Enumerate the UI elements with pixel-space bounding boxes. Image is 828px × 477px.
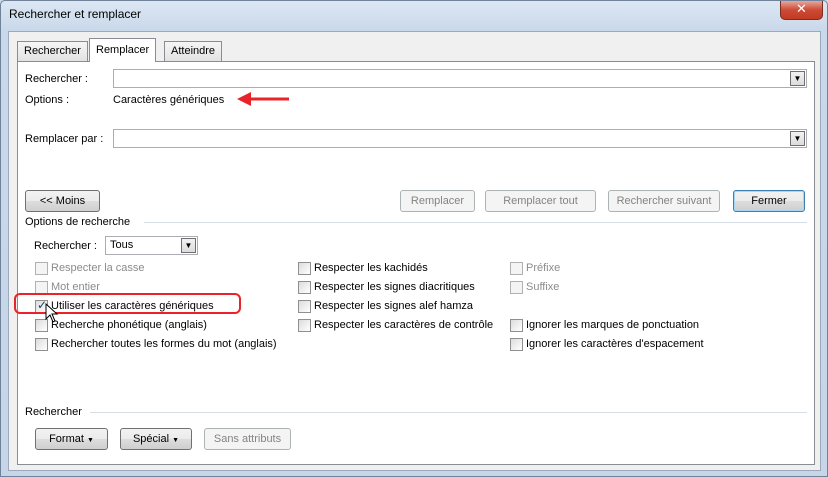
chevron-down-icon[interactable]: ▼ (790, 131, 805, 146)
format-button[interactable]: Format ▼ (35, 428, 108, 450)
chevron-down-icon[interactable]: ▼ (790, 71, 805, 86)
replace-label: Remplacer par : (25, 133, 104, 145)
divider (144, 222, 807, 223)
prefix-checkbox[interactable] (510, 262, 523, 275)
ignore-punctuation-label: Ignorer les marques de ponctuation (526, 319, 700, 331)
find-next-button[interactable]: Rechercher suivant (608, 190, 720, 212)
close-button[interactable]: Fermer (733, 190, 805, 212)
tab-remplacer[interactable]: Remplacer (89, 38, 157, 62)
prefix-label: Préfixe (526, 262, 561, 274)
less-button[interactable]: << Moins (25, 190, 100, 212)
replace-button[interactable]: Remplacer (400, 190, 475, 212)
all-word-forms-checkbox[interactable] (35, 338, 48, 351)
tab-rechercher[interactable]: Rechercher (17, 41, 88, 61)
match-case-label: Respecter la casse (51, 262, 145, 274)
chevron-down-icon[interactable]: ▼ (181, 238, 196, 253)
close-icon: ✕ (796, 2, 807, 17)
find-replace-dialog: Rechercher et remplacer ✕ Rechercher Rem… (0, 0, 828, 477)
chevron-down-icon: ▼ (86, 437, 94, 444)
mouse-pointer-icon (45, 303, 59, 323)
options-value: Caractères génériques (113, 94, 225, 106)
annotation-arrow-icon (237, 92, 289, 106)
ignore-whitespace-label: Ignorer les caractères d'espacement (526, 338, 704, 350)
chevron-down-icon: ▼ (172, 437, 180, 444)
options-label: Options : (25, 94, 70, 106)
all-word-forms-label: Rechercher toutes les formes du mot (ang… (51, 338, 277, 350)
divider (90, 412, 807, 413)
special-button[interactable]: Spécial ▼ (120, 428, 192, 450)
whole-word-label: Mot entier (51, 281, 100, 293)
diacritics-checkbox[interactable] (298, 281, 311, 294)
kashida-checkbox[interactable] (298, 262, 311, 275)
direction-label: Rechercher : (34, 240, 97, 252)
find-label: Rechercher : (25, 73, 88, 85)
tab-atteindre[interactable]: Atteindre (164, 41, 223, 61)
match-case-checkbox[interactable] (35, 262, 48, 275)
replace-input[interactable]: ▼ (113, 129, 807, 148)
replace-all-button[interactable]: Remplacer tout (485, 190, 596, 212)
find-input[interactable]: ▼ (113, 69, 807, 88)
search-options-label: Options de recherche (25, 216, 131, 228)
diacritics-label: Respecter les signes diacritiques (314, 281, 475, 293)
no-formatting-button[interactable]: Sans attributs (204, 428, 291, 450)
control-chars-checkbox[interactable] (298, 319, 311, 332)
format-label: Format (49, 433, 84, 445)
ignore-whitespace-checkbox[interactable] (510, 338, 523, 351)
alef-hamza-checkbox[interactable] (298, 300, 311, 313)
bottom-section-label: Rechercher (25, 406, 82, 418)
sounds-like-label: Recherche phonétique (anglais) (51, 319, 207, 331)
direction-select[interactable]: Tous ▼ (105, 236, 198, 255)
control-chars-label: Respecter les caractères de contrôle (314, 319, 494, 331)
close-window-button[interactable]: ✕ (780, 1, 823, 20)
dialog-client: Rechercher Remplacer Atteindre Recherche… (8, 31, 821, 471)
alef-hamza-label: Respecter les signes alef hamza (314, 300, 473, 312)
ignore-punctuation-checkbox[interactable] (510, 319, 523, 332)
tab-panel: Rechercher : ▼ Options : Caractères géné… (17, 61, 815, 465)
kashida-label: Respecter les kachidés (314, 262, 428, 274)
special-label: Spécial (132, 433, 170, 445)
suffix-checkbox[interactable] (510, 281, 523, 294)
suffix-label: Suffixe (526, 281, 560, 293)
window-title: Rechercher et remplacer (9, 7, 142, 21)
direction-value: Tous (110, 239, 134, 251)
